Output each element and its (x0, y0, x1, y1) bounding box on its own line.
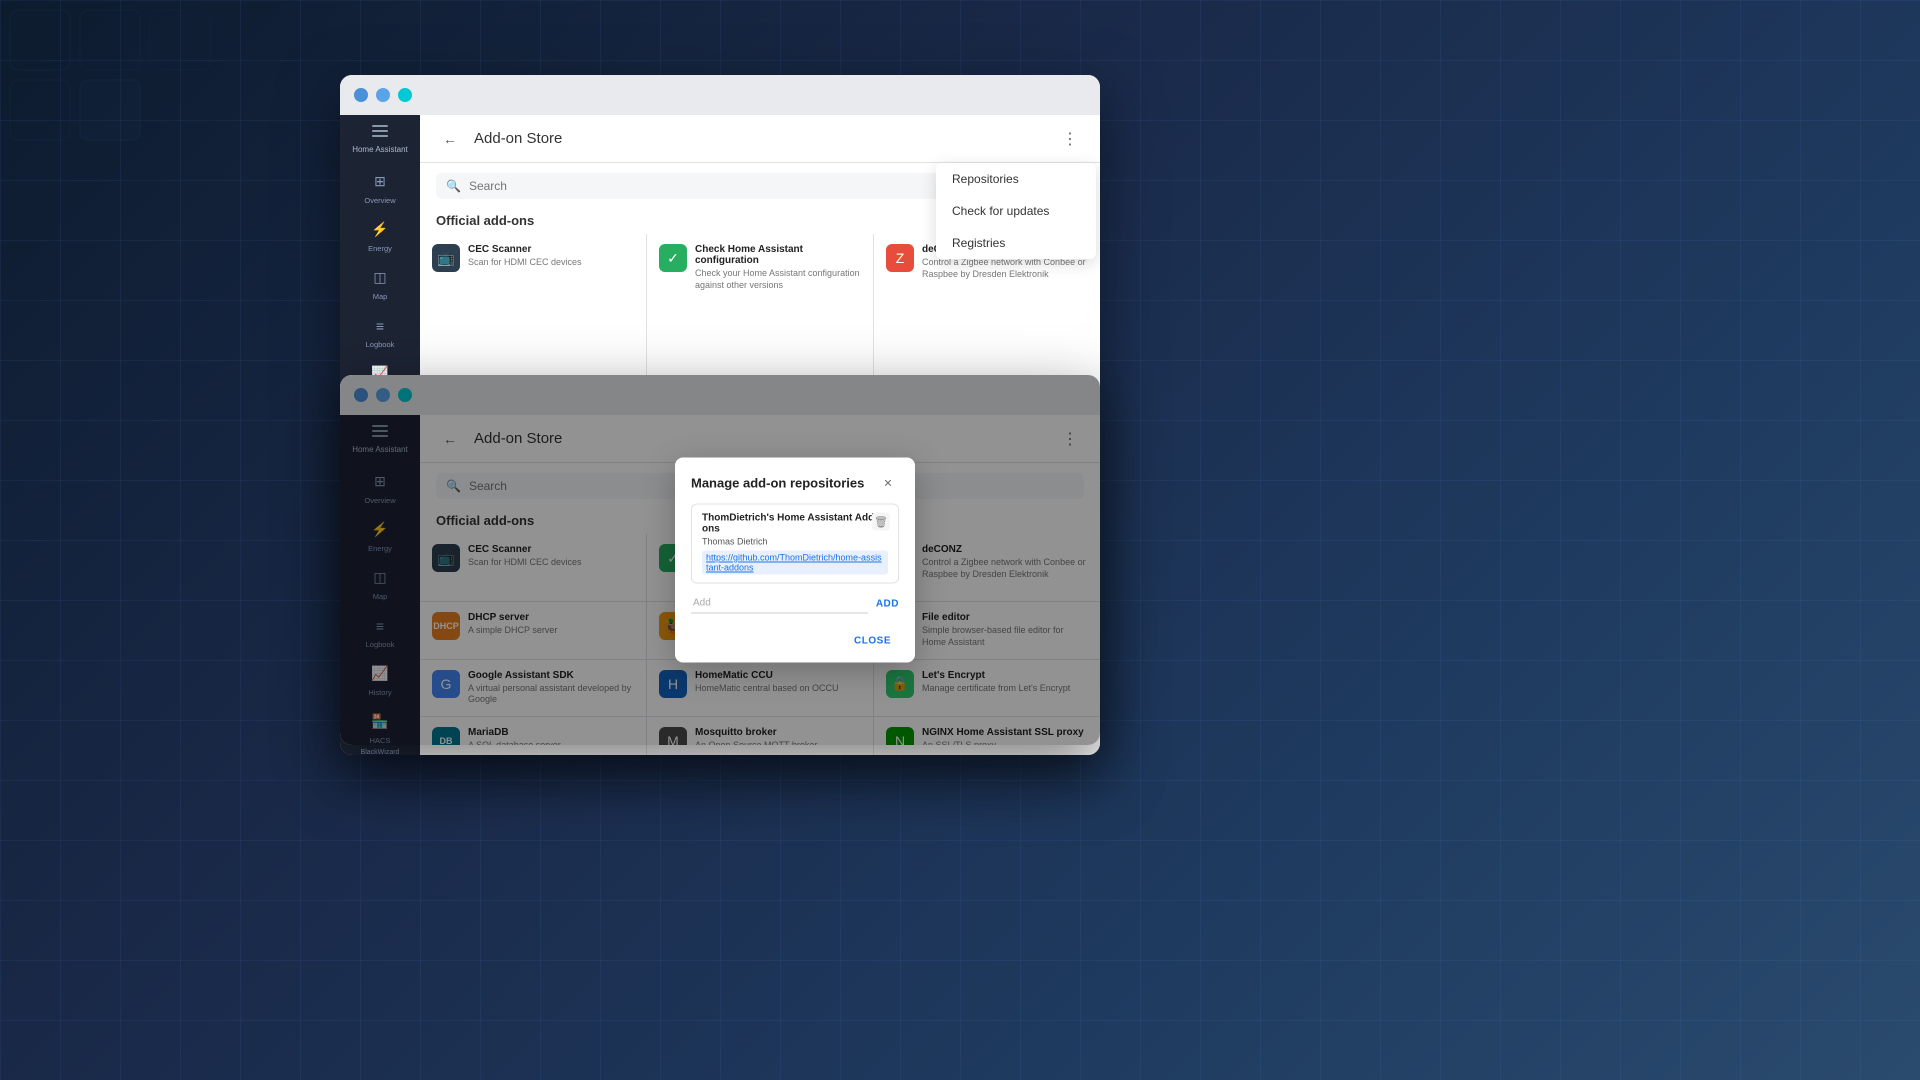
addon-desc-cec: Scan for HDMI CEC devices (468, 257, 582, 269)
sidebar-item-overview[interactable]: ⊞ Overview (348, 165, 412, 211)
repo-url[interactable]: https://github.com/ThomDietrich/home-ass… (702, 551, 888, 575)
addon-icon-cec: 📺 (432, 244, 460, 272)
add-repo-input[interactable] (691, 594, 868, 614)
dropdown-item-repositories[interactable]: Repositories (936, 163, 1096, 195)
sidebar-label-logbook: Logbook (366, 340, 395, 349)
dialog-footer: CLOSE (675, 626, 915, 663)
repo-name: ThomDietrich's Home Assistant Add-ons (702, 513, 888, 535)
dropdown-menu: Repositories Check for updates Registrie… (936, 163, 1096, 259)
dialog-close-button[interactable]: × (877, 472, 899, 494)
sidebar-menu-toggle[interactable] (362, 125, 398, 137)
sidebar-label-energy: Energy (368, 244, 392, 253)
addon-name-check-ha: Check Home Assistant configuration (695, 244, 861, 266)
sidebar-item-logbook[interactable]: ≡ Logbook (348, 309, 412, 355)
dropdown-item-check-updates[interactable]: Check for updates (936, 195, 1096, 227)
window-maximize-dot[interactable] (398, 88, 412, 102)
dialog-header: Manage add-on repositories × (675, 458, 915, 504)
addon-name-cec: CEC Scanner (468, 244, 582, 255)
window-minimize-dot[interactable] (376, 88, 390, 102)
sidebar-item-energy[interactable]: ⚡ Energy (348, 213, 412, 259)
addon-icon-deconz: Z (886, 244, 914, 272)
sidebar-label-map: Map (373, 292, 388, 301)
add-repo-row: ADD (691, 594, 899, 614)
sidebar-brand: Home Assistant (348, 141, 412, 165)
sidebar-label-overview: Overview (364, 196, 395, 205)
sidebar-item-map[interactable]: ◫ Map (348, 261, 412, 307)
search-icon: 🔍 (446, 179, 461, 193)
energy-icon: ⚡ (369, 219, 391, 241)
addon-icon-check: ✓ (659, 244, 687, 272)
repo-delete-button[interactable]: 🗑 (872, 513, 890, 531)
page-title: Add-on Store (474, 130, 1046, 147)
dialog-close-footer-button[interactable]: CLOSE (846, 632, 899, 651)
top-nav: ← Add-on Store ⋮ Repositories Check for … (420, 115, 1100, 163)
add-repo-button[interactable]: ADD (876, 598, 899, 609)
map-icon: ◫ (369, 267, 391, 289)
dialog-body: ThomDietrich's Home Assistant Add-ons Th… (675, 504, 915, 626)
overview-icon: ⊞ (369, 171, 391, 193)
addon-desc-deconz: Control a Zigbee network with Conbee or … (922, 257, 1088, 280)
repo-entry: ThomDietrich's Home Assistant Add-ons Th… (691, 504, 899, 584)
more-options-button[interactable]: ⋮ (1056, 125, 1084, 153)
window-close-dot[interactable] (354, 88, 368, 102)
dropdown-item-registries[interactable]: Registries (936, 227, 1096, 259)
logbook-icon: ≡ (369, 315, 391, 337)
dialog-title: Manage add-on repositories (691, 475, 864, 490)
back-button[interactable]: ← (436, 125, 464, 153)
manage-repositories-dialog: Manage add-on repositories × ThomDietric… (675, 458, 915, 663)
repo-author: Thomas Dietrich (702, 537, 888, 547)
addon-desc-check-ha: Check your Home Assistant configuration … (695, 268, 861, 291)
browser-titlebar (340, 75, 1100, 115)
sidebar-username: BlackWizard (361, 749, 400, 755)
